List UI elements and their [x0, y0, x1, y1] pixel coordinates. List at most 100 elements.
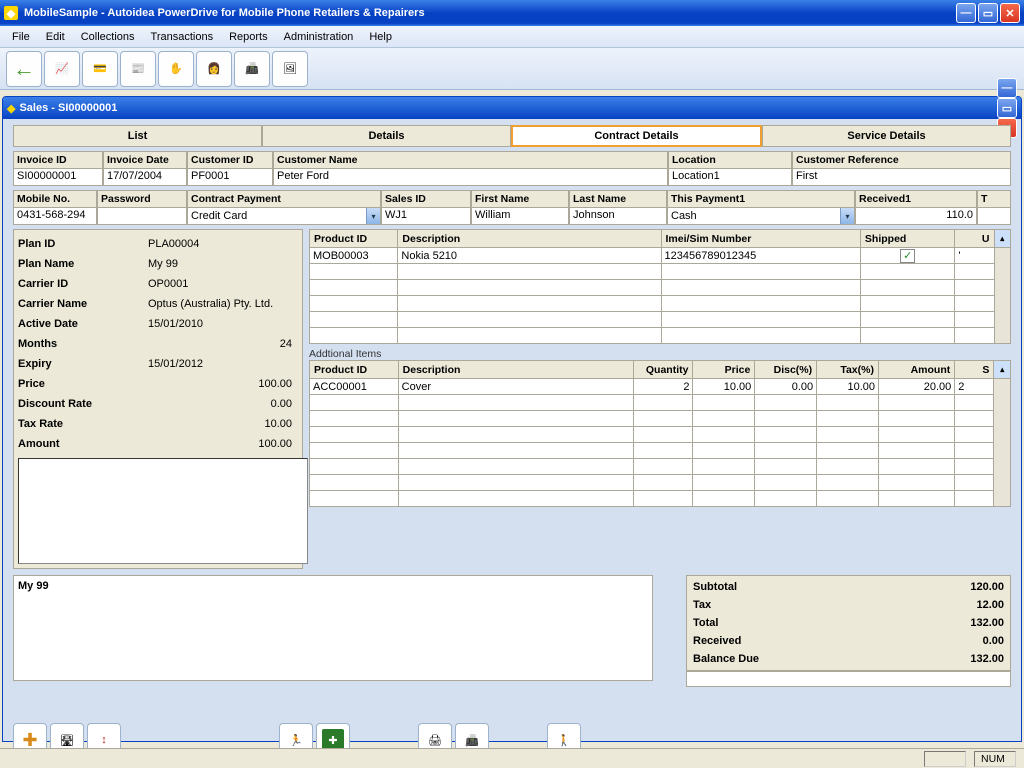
products-table[interactable]: Product ID Description Imei/Sim Number S… [309, 229, 1011, 344]
close-button[interactable]: ✕ [1000, 3, 1020, 23]
card-icon: 💳 [93, 62, 107, 75]
scrollbar[interactable] [994, 248, 1010, 344]
add-col-description[interactable]: Description [398, 361, 633, 379]
plan-panel: Plan IDPLA00004 Plan NameMy 99 Carrier I… [13, 229, 303, 569]
invoice-date-label: Invoice Date [103, 151, 187, 168]
last-name-field[interactable]: Johnson [569, 207, 667, 225]
cell-description: Cover [398, 379, 633, 395]
products-col-shipped[interactable]: Shipped [860, 230, 955, 248]
expiry-label: Expiry [18, 358, 148, 370]
chart-button[interactable]: 📈 [44, 51, 80, 87]
scroll-up-icon[interactable]: ▴ [994, 230, 1010, 248]
products-col-description[interactable]: Description [398, 230, 661, 248]
add-col-disc[interactable]: Disc(%) [755, 361, 817, 379]
checkbox-checked-icon: ✓ [900, 249, 915, 263]
plan-id-label: Plan ID [18, 238, 148, 250]
menu-reports[interactable]: Reports [221, 28, 276, 46]
carrier-id-label: Carrier ID [18, 278, 148, 290]
menu-administration[interactable]: Administration [276, 28, 362, 46]
password-field[interactable] [97, 207, 187, 225]
discount-label: Discount Rate [18, 398, 148, 410]
trailing-field[interactable] [977, 207, 1011, 225]
hand-button[interactable]: ✋ [158, 51, 194, 87]
tab-list[interactable]: List [13, 125, 262, 147]
totals-extra-field[interactable] [686, 671, 1011, 687]
menu-help[interactable]: Help [361, 28, 400, 46]
plan-summary-box[interactable]: My 99 [13, 575, 653, 681]
this-payment-field[interactable]: Cash▾ [667, 207, 855, 225]
location-field[interactable]: Location1 [668, 168, 792, 186]
trailing-header: T [977, 190, 1011, 207]
sales-id-field[interactable]: WJ1 [381, 207, 471, 225]
chevron-down-icon: ▾ [366, 208, 380, 224]
first-name-field[interactable]: William [471, 207, 569, 225]
maximize-button[interactable]: ▭ [978, 3, 998, 23]
cell-extra: ' [955, 248, 994, 264]
tab-contract-details[interactable]: Contract Details [511, 125, 762, 147]
table-row[interactable]: ACC00001 Cover 2 10.00 0.00 10.00 20.00 … [310, 379, 1011, 395]
menubar: File Edit Collections Transactions Repor… [0, 26, 1024, 48]
received-label: Received1 [855, 190, 977, 207]
price-label: Price [18, 378, 148, 390]
cell-extra: 2 [955, 379, 994, 395]
invoice-id-field[interactable]: SI00000001 [13, 168, 103, 186]
invoice-date-field[interactable]: 17/07/2004 [103, 168, 187, 186]
amount-label: Amount [18, 438, 148, 450]
expiry-value: 15/01/2012 [148, 358, 298, 370]
contract-payment-value: Credit Card [191, 210, 366, 222]
receipt-icon: 📠 [465, 734, 479, 747]
additional-items-label: Addtional Items [309, 348, 1011, 360]
amount-value: 100.00 [148, 438, 298, 450]
hand-icon: ✋ [169, 62, 183, 75]
menu-transactions[interactable]: Transactions [143, 28, 222, 46]
photo-button[interactable]: 🖼 [272, 51, 308, 87]
sales-minimize-button[interactable]: — [997, 78, 1017, 98]
contract-payment-label: Contract Payment [187, 190, 381, 207]
customer-id-field[interactable]: PF0001 [187, 168, 273, 186]
table-row[interactable]: MOB00003 Nokia 5210 123456789012345 ✓ ' [310, 248, 1011, 264]
customer-name-field[interactable]: Peter Ford [273, 168, 668, 186]
news-button[interactable]: 📰 [120, 51, 156, 87]
this-payment-value: Cash [671, 210, 840, 222]
add-col-extra[interactable]: S [955, 361, 994, 379]
products-col-imei[interactable]: Imei/Sim Number [661, 230, 860, 248]
products-col-product-id[interactable]: Product ID [310, 230, 398, 248]
person-icon: 👩 [207, 62, 221, 75]
menu-file[interactable]: File [4, 28, 38, 46]
card-button[interactable]: 💳 [82, 51, 118, 87]
road-icon: 🛣 [60, 734, 74, 747]
cell-amount: 20.00 [878, 379, 954, 395]
calc-button[interactable]: 📠 [234, 51, 270, 87]
add-col-quantity[interactable]: Quantity [633, 361, 693, 379]
mobile-field[interactable]: 0431-568-294 [13, 207, 97, 225]
chevron-down-icon: ▾ [840, 208, 854, 224]
cust-ref-label: Customer Reference [792, 151, 1011, 168]
received-field[interactable]: 110.0 [855, 207, 977, 225]
add-col-price[interactable]: Price [693, 361, 755, 379]
active-date-label: Active Date [18, 318, 148, 330]
additional-items-table[interactable]: Product ID Description Quantity Price Di… [309, 360, 1011, 507]
tab-service-details[interactable]: Service Details [762, 125, 1011, 147]
add-col-amount[interactable]: Amount [878, 361, 954, 379]
menu-edit[interactable]: Edit [38, 28, 73, 46]
add-col-product-id[interactable]: Product ID [310, 361, 399, 379]
menu-collections[interactable]: Collections [73, 28, 143, 46]
sales-id-label: Sales ID [381, 190, 471, 207]
subtotal-value: 120.00 [970, 581, 1004, 593]
minimize-button[interactable]: — [956, 3, 976, 23]
tax-label: Tax [693, 599, 976, 611]
person-button[interactable]: 👩 [196, 51, 232, 87]
sales-maximize-button[interactable]: ▭ [997, 98, 1017, 118]
back-button[interactable]: ← [6, 51, 42, 87]
scroll-up-icon[interactable]: ▴ [994, 361, 1011, 379]
products-col-extra[interactable]: U [955, 230, 994, 248]
plan-note-area[interactable] [18, 458, 308, 564]
cust-ref-field[interactable]: First [792, 168, 1011, 186]
add-col-tax[interactable]: Tax(%) [817, 361, 879, 379]
cell-shipped[interactable]: ✓ [860, 248, 955, 264]
plan-id-value: PLA00004 [148, 238, 298, 250]
tab-details[interactable]: Details [262, 125, 511, 147]
contract-payment-field[interactable]: Credit Card▾ [187, 207, 381, 225]
scrollbar[interactable]: ▾ [994, 379, 1011, 507]
active-date-value: 15/01/2010 [148, 318, 298, 330]
